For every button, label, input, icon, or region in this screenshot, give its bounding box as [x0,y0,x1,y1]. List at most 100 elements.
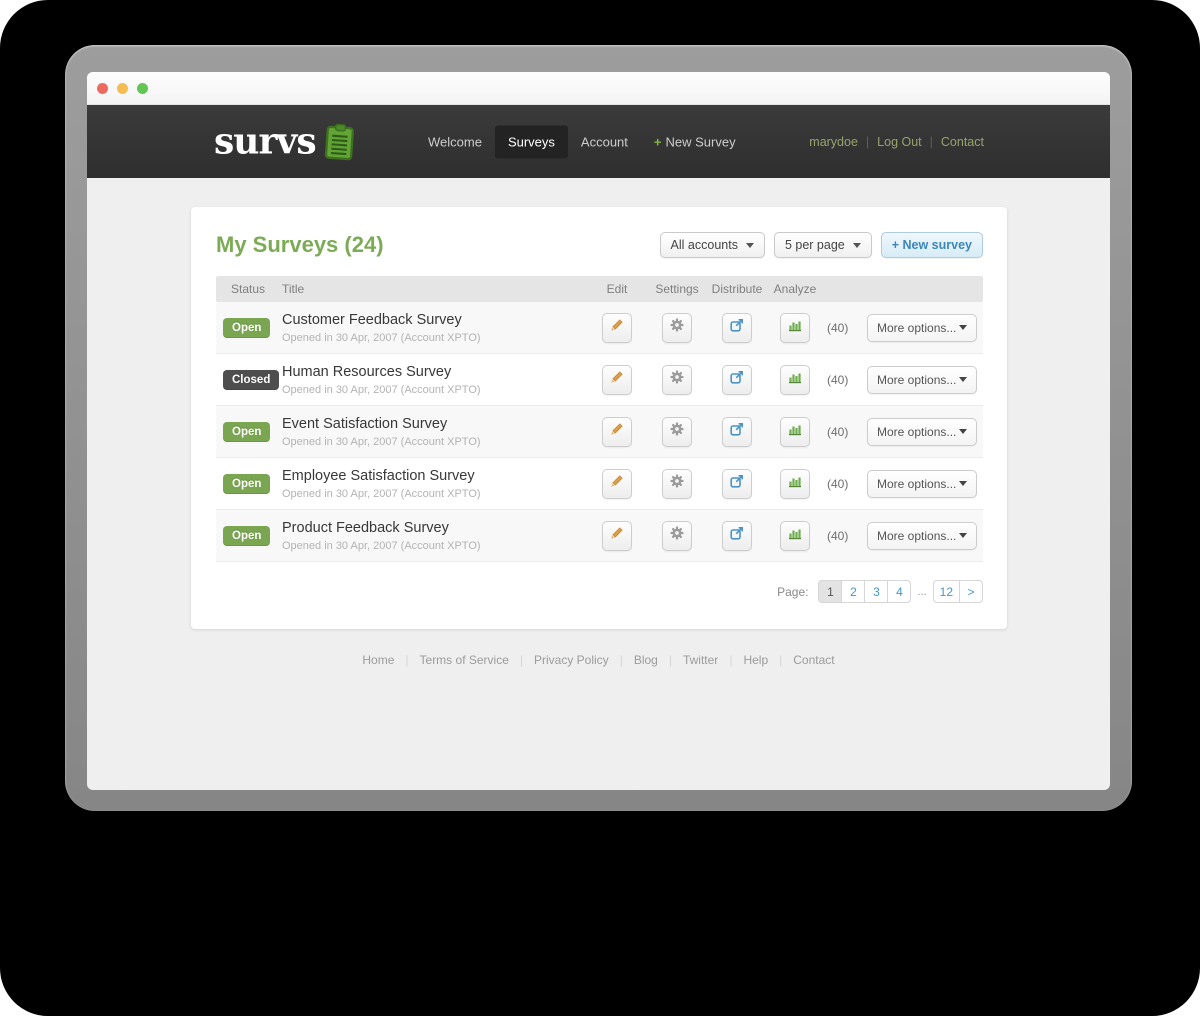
footer-link-help[interactable]: Help [743,653,768,667]
surveys-card: My Surveys (24) All accounts 5 per page … [191,207,1007,629]
analyze-button[interactable] [780,364,810,395]
table-row: Open Employee Satisfaction Survey Opened … [216,458,983,510]
survey-subtitle: Opened in 30 Apr, 2007 (Account XPTO) [282,539,481,552]
edit-button[interactable] [602,364,632,395]
col-analyze: Analyze [773,282,817,296]
settings-button[interactable] [662,468,692,499]
survey-title: Event Satisfaction Survey [282,415,448,432]
settings-button[interactable] [662,364,692,395]
username-link[interactable]: marydoe [809,135,858,149]
share-icon [729,369,745,390]
nav-new-survey[interactable]: + New Survey [641,125,749,158]
survey-subtitle: Opened in 30 Apr, 2007 (Account XPTO) [282,383,481,396]
survey-title: Human Resources Survey [282,363,452,380]
distribute-button[interactable] [722,416,752,447]
separator: | [865,134,870,149]
site-footer: Home | Terms of Service | Privacy Policy | Blo… [362,653,835,667]
nav-welcome[interactable]: Welcome [415,125,495,158]
status-badge: Open [223,421,271,442]
separator: | [929,134,933,149]
survey-subtitle: Opened in 30 Apr, 2007 (Account XPTO) [282,331,481,344]
table-row: Closed Human Resources Survey Opened in 3… [216,354,983,406]
footer-link-home[interactable]: Home [362,653,394,667]
settings-button[interactable] [662,312,692,343]
distribute-button[interactable] [722,520,752,551]
col-edit: Edit [606,282,628,296]
page-title: My Surveys (24) [216,232,384,257]
page-button-3[interactable]: 3 [864,580,889,603]
page-button-1[interactable]: 1 [818,580,843,603]
minimize-button[interactable] [117,82,128,94]
page-content: My Surveys (24) All accounts 5 per page … [87,178,1110,790]
edit-button[interactable] [602,416,632,447]
footer-link-terms[interactable]: Terms of Service [420,653,509,667]
edit-button[interactable] [602,468,632,499]
footer-link-twitter[interactable]: Twitter [683,653,718,667]
clipboard-icon [324,123,354,160]
settings-button[interactable] [662,416,692,447]
pencil-icon [609,369,625,390]
per-page-dropdown[interactable]: 5 per page [773,232,872,258]
response-count[interactable]: (40) [823,373,867,387]
logout-link[interactable]: Log Out [877,135,921,149]
chevron-down-icon [959,325,967,330]
logo-text: survs [214,120,317,163]
edit-button[interactable] [602,520,632,551]
edit-button[interactable] [602,312,632,343]
response-count[interactable]: (40) [823,477,867,491]
status-badge: Open [223,317,271,338]
settings-button[interactable] [662,520,692,551]
contact-link[interactable]: Contact [941,135,984,149]
page-button-2[interactable]: 2 [841,580,866,603]
page-button-4[interactable]: 4 [887,580,912,603]
analyze-button[interactable] [780,520,810,551]
main-nav: Welcome Surveys Account + New Survey [415,125,749,158]
more-options-button[interactable]: More options... [867,365,977,394]
chevron-down-icon [959,429,967,434]
col-settings: Settings [655,282,699,296]
share-icon [729,421,745,442]
bar-chart-icon [787,317,803,338]
more-options-button[interactable]: More options... [867,313,977,342]
pagination-label: Page: [777,584,809,599]
status-badge: Closed [223,369,280,390]
col-distribute: Distribute [711,282,763,296]
nav-surveys[interactable]: Surveys [494,125,568,158]
distribute-button[interactable] [722,468,752,499]
pencil-icon [609,421,625,442]
new-survey-button[interactable]: + New survey [880,232,983,258]
survey-title: Employee Satisfaction Survey [282,467,475,484]
footer-link-blog[interactable]: Blog [634,653,658,667]
more-options-button[interactable]: More options... [867,417,977,446]
response-count[interactable]: (40) [823,529,867,543]
col-status: Status [231,282,266,296]
col-title: Title [282,282,305,296]
table-row: Open Event Satisfaction Survey Opened in … [216,406,983,458]
response-count[interactable]: (40) [823,321,867,335]
chevron-down-icon [959,481,967,486]
page-button-last[interactable]: 12 [932,580,960,603]
bar-chart-icon [787,421,803,442]
distribute-button[interactable] [722,312,752,343]
footer-link-privacy[interactable]: Privacy Policy [534,653,609,667]
gear-icon [669,421,685,442]
footer-link-contact[interactable]: Contact [793,653,834,667]
zoom-button[interactable] [137,82,148,94]
distribute-button[interactable] [722,364,752,395]
next-page-button[interactable]: > [959,580,983,603]
response-count[interactable]: (40) [823,425,867,439]
more-options-button[interactable]: More options... [867,469,977,498]
table-row: Open Customer Feedback Survey Opened in 3… [216,302,983,354]
app-logo[interactable]: survs [214,123,354,160]
nav-account[interactable]: Account [568,125,641,158]
more-options-button[interactable]: More options... [867,521,977,550]
share-icon [729,473,745,494]
analyze-button[interactable] [780,468,810,499]
pencil-icon [609,317,625,338]
accounts-filter-dropdown[interactable]: All accounts [659,232,765,258]
user-links: marydoe | Log Out | Contact [809,135,984,149]
bar-chart-icon [787,369,803,390]
close-button[interactable] [97,82,108,94]
analyze-button[interactable] [780,416,810,447]
analyze-button[interactable] [780,312,810,343]
